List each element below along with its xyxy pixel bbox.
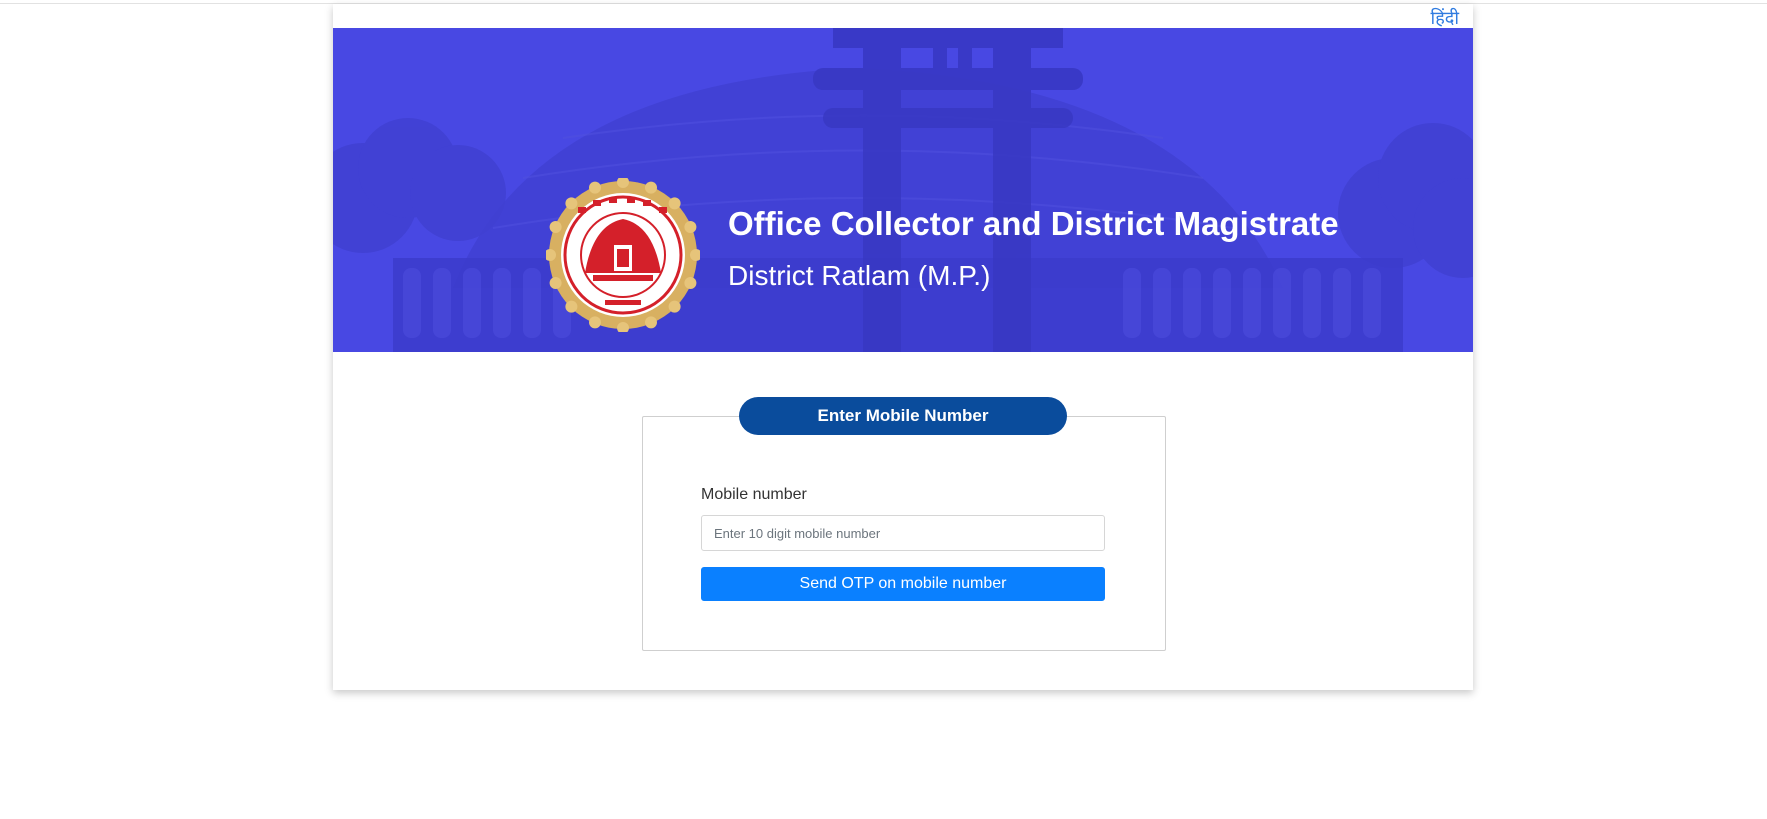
stupa-background-image — [333, 28, 1473, 352]
mp-state-emblem-icon — [546, 178, 700, 332]
form-legend-title: Enter Mobile Number — [739, 397, 1067, 435]
mobile-number-input[interactable] — [701, 515, 1105, 551]
send-otp-button[interactable]: Send OTP on mobile number — [701, 567, 1105, 601]
header-banner: Office Collector and District Magistrate… — [333, 28, 1473, 352]
language-toggle-link[interactable]: हिंदी — [1431, 6, 1459, 30]
mobile-number-label: Mobile number — [701, 486, 807, 503]
page-subtitle: District Ratlam (M.P.) — [728, 260, 991, 291]
page-card: हिंदी Office Collector and District Magi… — [333, 4, 1473, 690]
page-title: Office Collector and District Magistrate — [728, 205, 1339, 242]
